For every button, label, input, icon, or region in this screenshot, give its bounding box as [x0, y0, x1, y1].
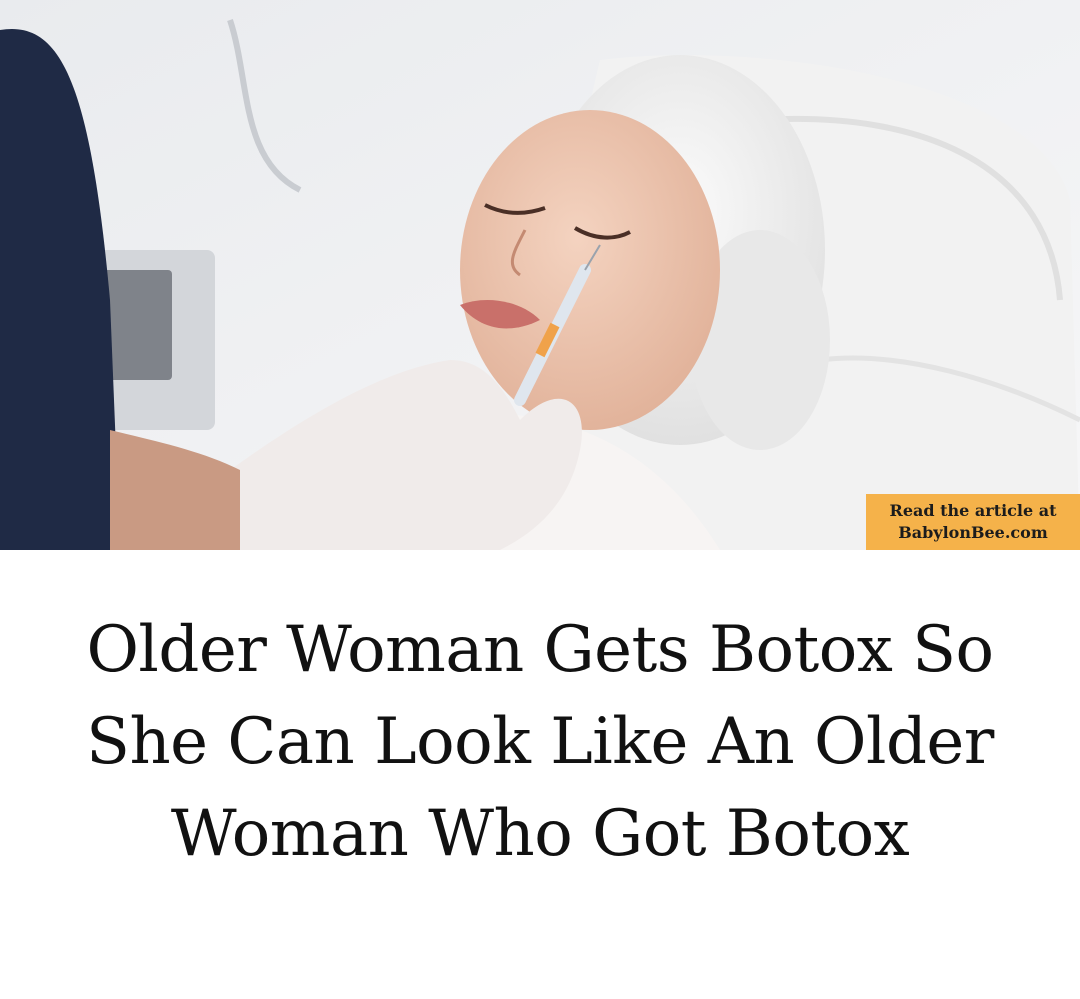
badge-line-1: Read the article at — [889, 501, 1057, 520]
article-photo: Read the article at BabylonBee.com — [0, 0, 1080, 550]
badge-line-2: BabylonBee.com — [898, 523, 1048, 542]
article-headline: Older Woman Gets Botox So She Can Look L… — [86, 613, 994, 871]
source-badge: Read the article at BabylonBee.com — [866, 494, 1080, 550]
